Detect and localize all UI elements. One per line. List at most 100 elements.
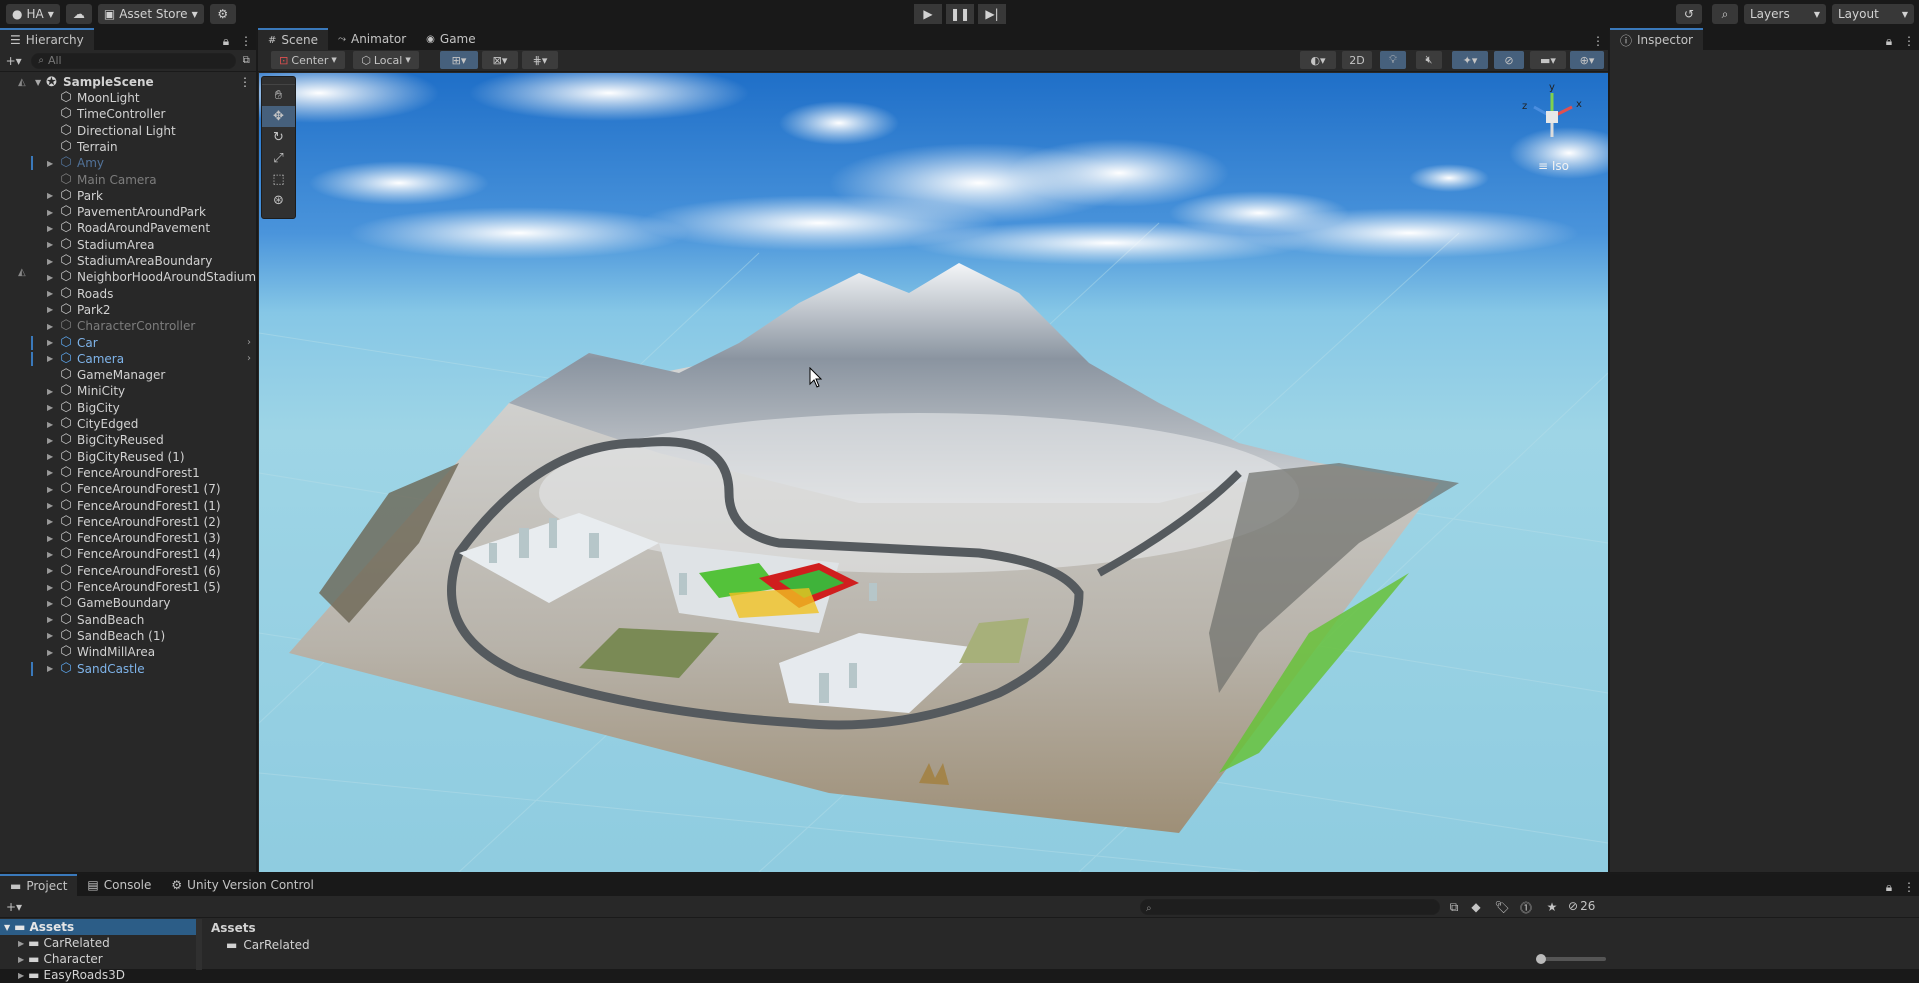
iso-label[interactable]: ≡ Iso <box>1538 159 1569 173</box>
expand-arrow-icon[interactable]: ▶ <box>47 289 57 298</box>
hierarchy-item[interactable]: ▶ ⬡ StadiumArea <box>0 237 257 253</box>
search-options-icon[interactable]: ⧉ <box>236 52 256 70</box>
favorite-star-icon[interactable]: ★ <box>1542 898 1562 916</box>
expand-arrow-icon[interactable]: ▶ <box>47 517 57 526</box>
move-tool[interactable]: ✥ <box>262 106 295 127</box>
expand-arrow-icon[interactable]: ▶ <box>47 550 57 559</box>
hierarchy-item[interactable]: ▶ ⬡ FenceAroundForest1 (1) <box>0 498 257 514</box>
expand-arrow-icon[interactable]: ▶ <box>18 939 24 948</box>
hierarchy-item[interactable]: ▶ ⬡ Amy <box>0 155 257 171</box>
tree-folder-item[interactable]: ▶ ▬ Character <box>0 951 199 967</box>
tree-folder-item[interactable]: ▶ ▬ EasyRoads3D <box>0 967 199 983</box>
more-options-icon[interactable]: ⋮ <box>1588 32 1608 50</box>
expand-arrow-icon[interactable]: ▶ <box>47 615 57 624</box>
orientation-gizmo[interactable]: y x z ≡ Iso <box>1516 81 1588 177</box>
play-button[interactable]: ▶ <box>914 4 942 24</box>
tab-console[interactable]: ▤ Console <box>77 874 161 896</box>
filter-log-icon[interactable]: ⓵ <box>1516 898 1536 916</box>
expand-arrow-icon[interactable]: ▶ <box>47 305 57 314</box>
project-search-field[interactable]: ⌕ <box>1140 899 1440 915</box>
hierarchy-item[interactable]: ▶ ⬡ StadiumAreaBoundary <box>0 253 257 269</box>
tab-project[interactable]: ▬ Project <box>0 874 78 896</box>
hierarchy-item[interactable]: ▶ ⬡ FenceAroundForest1 (3) <box>0 530 257 546</box>
audio-toggle[interactable]: 🔇︎ <box>1416 51 1442 69</box>
expand-arrow-icon[interactable]: ▼ <box>35 78 41 87</box>
grid-visibility-toggle[interactable]: ⋕▾ <box>522 51 558 69</box>
lighting-toggle[interactable]: 💡︎ <box>1380 51 1406 69</box>
expand-arrow-icon[interactable]: ▶ <box>18 955 24 964</box>
expand-arrow-icon[interactable]: ▶ <box>47 208 57 217</box>
tab-game[interactable]: ◉ Game <box>416 28 485 50</box>
expand-arrow-icon[interactable]: ▶ <box>47 599 57 608</box>
create-add-button[interactable]: +▾ <box>0 52 27 70</box>
hidden-objects-toggle[interactable]: ⊘ <box>1494 51 1524 69</box>
hierarchy-item[interactable]: ▶ ⬡ WindMillArea <box>0 644 257 660</box>
services-button[interactable]: ⚙ <box>209 4 236 24</box>
expand-arrow-icon[interactable]: ▶ <box>47 338 57 347</box>
expand-arrow-icon[interactable]: ▶ <box>47 159 57 168</box>
tab-scene[interactable]: # Scene <box>258 28 328 50</box>
more-options-icon[interactable]: ⋮ <box>236 32 256 50</box>
hierarchy-item[interactable]: ▶ ⬡ GameBoundary <box>0 595 257 611</box>
expand-arrow-icon[interactable]: ▶ <box>47 501 57 510</box>
rect-tool[interactable]: ⬚ <box>262 169 295 190</box>
scale-tool[interactable]: ⤢ <box>262 148 295 169</box>
hierarchy-item[interactable]: ▶ ⬡ SandBeach (1) <box>0 628 257 644</box>
expand-arrow-icon[interactable]: ▶ <box>47 240 57 249</box>
step-button[interactable]: ▶| <box>978 4 1006 24</box>
pause-button[interactable]: ❚❚ <box>946 4 974 24</box>
hierarchy-item[interactable]: ▶ ⬡ Park <box>0 188 257 204</box>
expand-arrow-icon[interactable]: ▶ <box>47 664 57 673</box>
hierarchy-item[interactable]: ▶ ⬡ SandBeach <box>0 612 257 628</box>
expand-arrow-icon[interactable]: ▶ <box>47 452 57 461</box>
visibility-toggle-icon[interactable]: ◭ <box>18 77 26 88</box>
asset-item-folder[interactable]: ▬ CarRelated <box>206 937 1606 953</box>
hierarchy-item[interactable]: ▶ ⬡ FenceAroundForest1 <box>0 465 257 481</box>
toggle-2d-button[interactable]: 2D <box>1342 51 1372 69</box>
hierarchy-item[interactable]: ⬡ Directional Light <box>0 123 257 139</box>
hierarchy-item[interactable]: ▶ ⬡ RoadAroundPavement <box>0 220 257 236</box>
effects-dropdown[interactable]: ✦▾ <box>1452 51 1488 69</box>
hierarchy-item[interactable]: ▶ ⬡ CharacterController <box>0 318 257 334</box>
undo-history-button[interactable]: ↺ <box>1676 4 1702 24</box>
gizmos-dropdown[interactable]: ⊕▾ <box>1570 51 1604 69</box>
expand-arrow-icon[interactable]: ▶ <box>47 322 57 331</box>
scene-root-row[interactable]: ◭ ▼ ✪ SampleScene ⋮ <box>0 74 257 90</box>
hierarchy-item[interactable]: ⬡ GameManager <box>0 367 257 383</box>
more-options-icon[interactable]: ⋮ <box>1899 878 1919 896</box>
expand-arrow-icon[interactable]: ▶ <box>47 648 57 657</box>
expand-arrow-icon[interactable]: ▶ <box>47 566 57 575</box>
hierarchy-search-field[interactable]: ⌕ All <box>31 52 237 69</box>
expand-arrow-icon[interactable]: ▶ <box>47 468 57 477</box>
transform-tool[interactable]: ⊛ <box>262 190 295 211</box>
asset-store-dropdown[interactable]: ▣ Asset Store ▼ <box>97 4 204 24</box>
hidden-packages-toggle[interactable]: ⊘ 26 <box>1568 899 1595 913</box>
hierarchy-item[interactable]: ▶ ⬡ FenceAroundForest1 (4) <box>0 546 257 562</box>
scene-options-icon[interactable]: ⋮ <box>239 75 251 89</box>
expand-arrow-icon[interactable]: ▶ <box>47 485 57 494</box>
expand-arrow-icon[interactable]: ▶ <box>47 224 57 233</box>
hierarchy-item[interactable]: ▶ ⬡ BigCityReused (1) <box>0 449 257 465</box>
tools-drag-handle[interactable] <box>262 77 295 85</box>
tag-icon[interactable]: 🏷︎ <box>1492 898 1512 916</box>
open-prefab-arrow-icon[interactable]: › <box>247 337 251 348</box>
visibility-hidden-icon[interactable]: ◭ <box>18 267 26 278</box>
hierarchy-item[interactable]: ▶ ⬡ FenceAroundForest1 (6) <box>0 563 257 579</box>
layers-dropdown[interactable]: Layers ▼ <box>1744 4 1826 24</box>
breadcrumb[interactable]: Assets <box>206 919 1606 937</box>
grid-snapping-toggle[interactable]: ⊞▾ <box>440 51 478 69</box>
hand-tool[interactable]: ✋︎ <box>262 85 295 106</box>
rotate-tool[interactable]: ↻ <box>262 127 295 148</box>
tab-unity-version-control[interactable]: ⚙ Unity Version Control <box>161 874 323 896</box>
hierarchy-item[interactable]: ▶ ⬡ Camera › <box>0 351 257 367</box>
open-prefab-arrow-icon[interactable]: › <box>247 353 251 364</box>
tab-inspector[interactable]: ⓘ Inspector <box>1610 28 1703 50</box>
zoom-slider[interactable] <box>1536 954 1606 964</box>
search-button[interactable]: ⌕ <box>1712 4 1738 24</box>
lock-icon[interactable]: 🔒︎ <box>216 32 236 50</box>
hierarchy-item[interactable]: ▶ ⬡ Roads <box>0 286 257 302</box>
expand-arrow-icon[interactable]: ▶ <box>47 191 57 200</box>
hierarchy-item[interactable]: ▶ ⬡ CityEdged <box>0 416 257 432</box>
search-by-type-icon[interactable]: ⧉ <box>1444 898 1464 916</box>
expand-arrow-icon[interactable]: ▶ <box>18 971 24 980</box>
